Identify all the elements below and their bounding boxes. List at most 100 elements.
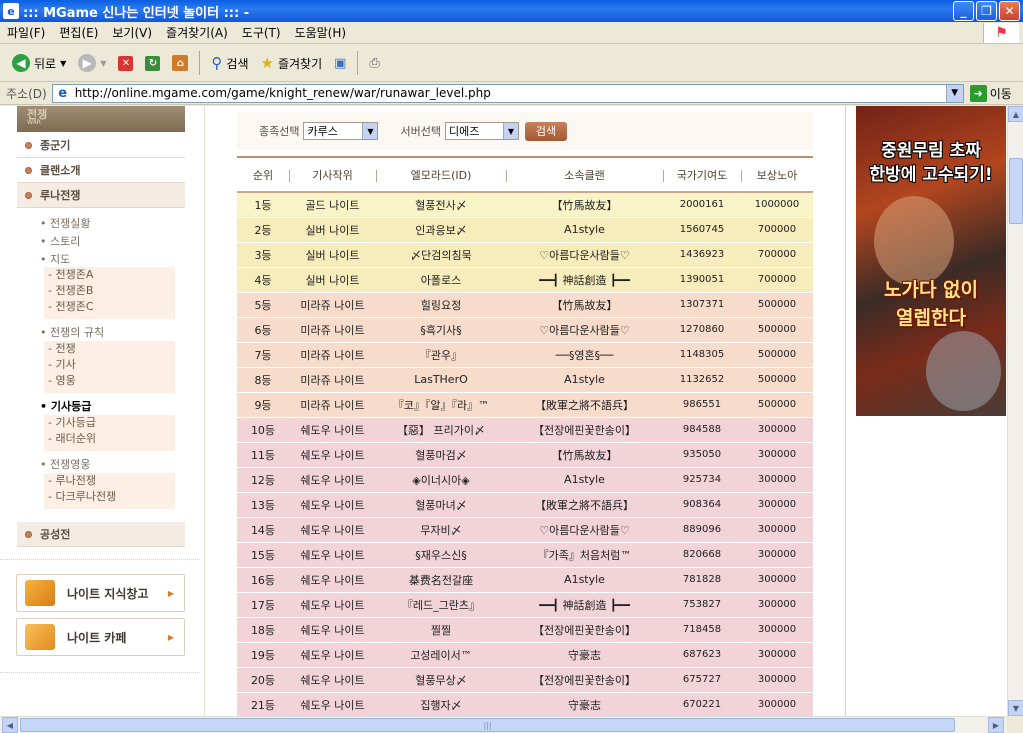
sidebar-sub-knight-level[interactable]: - 기사등급 — [48, 415, 175, 431]
refresh-button[interactable]: ↻ — [141, 54, 164, 73]
server-select[interactable]: 디에즈 ▼ — [444, 122, 519, 140]
cell-clan[interactable]: ♡아름다운사람들♡ — [506, 517, 663, 543]
cell-clan[interactable]: A1style — [506, 367, 663, 393]
forward-button[interactable]: ▶ ▼ — [74, 52, 110, 74]
search-submit-button[interactable]: 검색 — [524, 121, 567, 141]
cell-id[interactable]: 무자비〆 — [376, 517, 506, 543]
cell-id[interactable]: LasTHerO — [376, 367, 506, 393]
sidebar-sub-ladder[interactable]: - 래더순위 — [48, 431, 175, 447]
sidebar-sub-rule-hero[interactable]: - 영웅 — [48, 373, 175, 389]
cell-id[interactable]: §흑기사§ — [376, 317, 506, 343]
address-dropdown-icon[interactable]: ▼ — [945, 84, 963, 102]
cell-clan[interactable]: 【竹馬故友】 — [506, 442, 663, 468]
cell-clan[interactable]: ──§영혼§── — [506, 342, 663, 368]
forward-dropdown-icon[interactable]: ▼ — [100, 59, 106, 68]
cell-clan[interactable]: 【전장에핀꽃한송이】 — [506, 617, 663, 643]
menu-tools[interactable]: 도구(T) — [235, 24, 288, 41]
cell-clan[interactable]: 【竹馬故友】 — [506, 192, 663, 218]
knight-cafe-link[interactable]: 나이트 카페 ▶ — [16, 618, 185, 656]
ie-app-icon[interactable]: e — [3, 3, 19, 19]
sidebar-sub-luna[interactable]: - 루나전쟁 — [48, 473, 175, 489]
close-button[interactable]: ✕ — [999, 1, 1020, 21]
cell-clan[interactable]: 【敗軍之將不語兵】 — [506, 492, 663, 518]
cell-id[interactable]: 혈풍무상〆 — [376, 667, 506, 693]
address-input[interactable]: e http://online.mgame.com/game/knight_re… — [51, 83, 964, 103]
minimize-button[interactable]: _ — [953, 1, 974, 21]
home-button[interactable]: ⌂ — [168, 53, 192, 73]
cell-clan[interactable]: 守豪志 — [506, 692, 663, 716]
cell-id[interactable]: 집행자〆 — [376, 692, 506, 716]
sidebar-sub-knight-rank[interactable]: • 기사등급 — [40, 398, 91, 414]
cell-id[interactable]: 【惡】 프리가이〆 — [376, 417, 506, 443]
cell-id[interactable]: 『레드_그란츠』 — [376, 592, 506, 618]
restore-button[interactable]: ❐ — [976, 1, 997, 21]
resize-grip[interactable] — [1007, 716, 1023, 733]
menu-edit[interactable]: 편집(E) — [52, 24, 105, 41]
cell-clan[interactable]: ♡아름다운사람들♡ — [506, 242, 663, 268]
cell-clan[interactable]: 守豪志 — [506, 642, 663, 668]
back-button[interactable]: ◀ 뒤로 ▼ — [8, 52, 70, 74]
sidebar-sub-story[interactable]: • 스토리 — [40, 233, 80, 249]
cell-clan[interactable]: 【敗軍之將不語兵】 — [506, 392, 663, 418]
scroll-up-icon[interactable]: ▲ — [1008, 106, 1023, 122]
ad-banner[interactable]: 중원무림 초짜 한방에 고수되기! 노가다 없이 열렙한다 — [856, 106, 1006, 416]
vertical-scroll-thumb[interactable] — [1009, 158, 1023, 224]
cell-id[interactable]: 『코』『알』『라』™ — [376, 392, 506, 418]
cell-id[interactable]: 힐링요정 — [376, 292, 506, 318]
sidebar-sub-hero[interactable]: • 전쟁영웅 — [40, 456, 90, 472]
cell-clan[interactable]: ━━┫ 神話創造 ┣━━ — [506, 267, 663, 293]
cell-id[interactable]: 고성레이서™ — [376, 642, 506, 668]
cell-id[interactable]: 아폴로스 — [376, 267, 506, 293]
media-button[interactable]: ▣ — [330, 54, 350, 73]
cell-clan[interactable]: 【竹馬故友】 — [506, 292, 663, 318]
horizontal-scrollbar[interactable]: ◀ ||| ▶ — [0, 716, 1007, 733]
sidebar-item-clan[interactable]: 클랜소개 — [17, 158, 185, 183]
cell-clan[interactable]: 『가족』처음처럼™ — [506, 542, 663, 568]
cell-id[interactable]: ◈이너시아◈ — [376, 467, 506, 493]
sidebar-sub-rules[interactable]: • 전쟁의 규칙 — [40, 324, 104, 340]
stop-button[interactable]: ✕ — [114, 54, 137, 73]
cell-clan[interactable]: A1style — [506, 467, 663, 493]
vertical-scrollbar[interactable]: ▲ ▼ — [1007, 106, 1023, 716]
cell-id[interactable]: §재우스신§ — [376, 542, 506, 568]
cell-id[interactable]: 혈풍마녀〆 — [376, 492, 506, 518]
race-select[interactable]: 카루스 ▼ — [303, 122, 379, 140]
search-button[interactable]: ⚲ 검색 — [207, 52, 252, 74]
horizontal-scroll-thumb[interactable]: ||| — [20, 718, 955, 732]
sidebar-sub-map[interactable]: • 지도 — [40, 251, 70, 267]
knight-knowledge-link[interactable]: 나이트 지식창고 ▶ — [16, 574, 185, 612]
sidebar-sub-dark-luna[interactable]: - 다크루나전쟁 — [48, 489, 175, 505]
menu-help[interactable]: 도움말(H) — [288, 24, 354, 41]
cell-id[interactable]: 『관우』 — [376, 342, 506, 368]
go-button[interactable]: ➜ 이동 — [969, 84, 1012, 102]
cell-clan[interactable]: A1style — [506, 217, 663, 243]
menu-view[interactable]: 보기(V) — [105, 24, 159, 41]
sidebar-sub-zone-b[interactable]: - 전쟁존B — [48, 283, 175, 299]
sidebar-sub-zone-a[interactable]: - 전쟁존A — [48, 267, 175, 283]
cell-id[interactable]: 찔찔 — [376, 617, 506, 643]
cell-id[interactable]: 인과응보〆 — [376, 217, 506, 243]
sidebar-sub-rule-war[interactable]: - 전쟁 — [48, 341, 175, 357]
sidebar-sub-zone-c[interactable]: - 전쟁존C — [48, 299, 175, 315]
cell-clan[interactable]: 【전장에핀꽃한송이】 — [506, 417, 663, 443]
cell-clan[interactable]: A1style — [506, 567, 663, 593]
cell-id[interactable]: 혈풍전사〆 — [376, 192, 506, 218]
print-button[interactable]: ⎙ — [365, 54, 383, 73]
cell-id[interactable]: 혈풍마검〆 — [376, 442, 506, 468]
cell-clan[interactable]: ♡아름다운사람들♡ — [506, 317, 663, 343]
favorites-button[interactable]: ★ 즐겨찾기 — [257, 52, 327, 74]
back-dropdown-icon[interactable]: ▼ — [60, 59, 66, 68]
scroll-right-icon[interactable]: ▶ — [988, 717, 1004, 733]
scroll-down-icon[interactable]: ▼ — [1008, 700, 1023, 716]
sidebar-sub-status[interactable]: • 전쟁실황 — [40, 215, 90, 231]
cell-id[interactable]: 〆단검의침묵 — [376, 242, 506, 268]
sidebar-item-luna-war[interactable]: 루나전쟁 — [17, 183, 185, 208]
sidebar-sub-rule-knight[interactable]: - 기사 — [48, 357, 175, 373]
cell-id[interactable]: 棊费名전갈座 — [376, 567, 506, 593]
menu-favorites[interactable]: 즐겨찾기(A) — [159, 24, 235, 41]
sidebar-item-army[interactable]: 종군기 — [17, 133, 185, 158]
cell-clan[interactable]: ━━┫ 神話創造 ┣━━ — [506, 592, 663, 618]
sidebar-item-siege[interactable]: 공성전 — [17, 522, 185, 547]
cell-clan[interactable]: 【전장에핀꽃한송이】 — [506, 667, 663, 693]
scroll-left-icon[interactable]: ◀ — [2, 717, 18, 733]
